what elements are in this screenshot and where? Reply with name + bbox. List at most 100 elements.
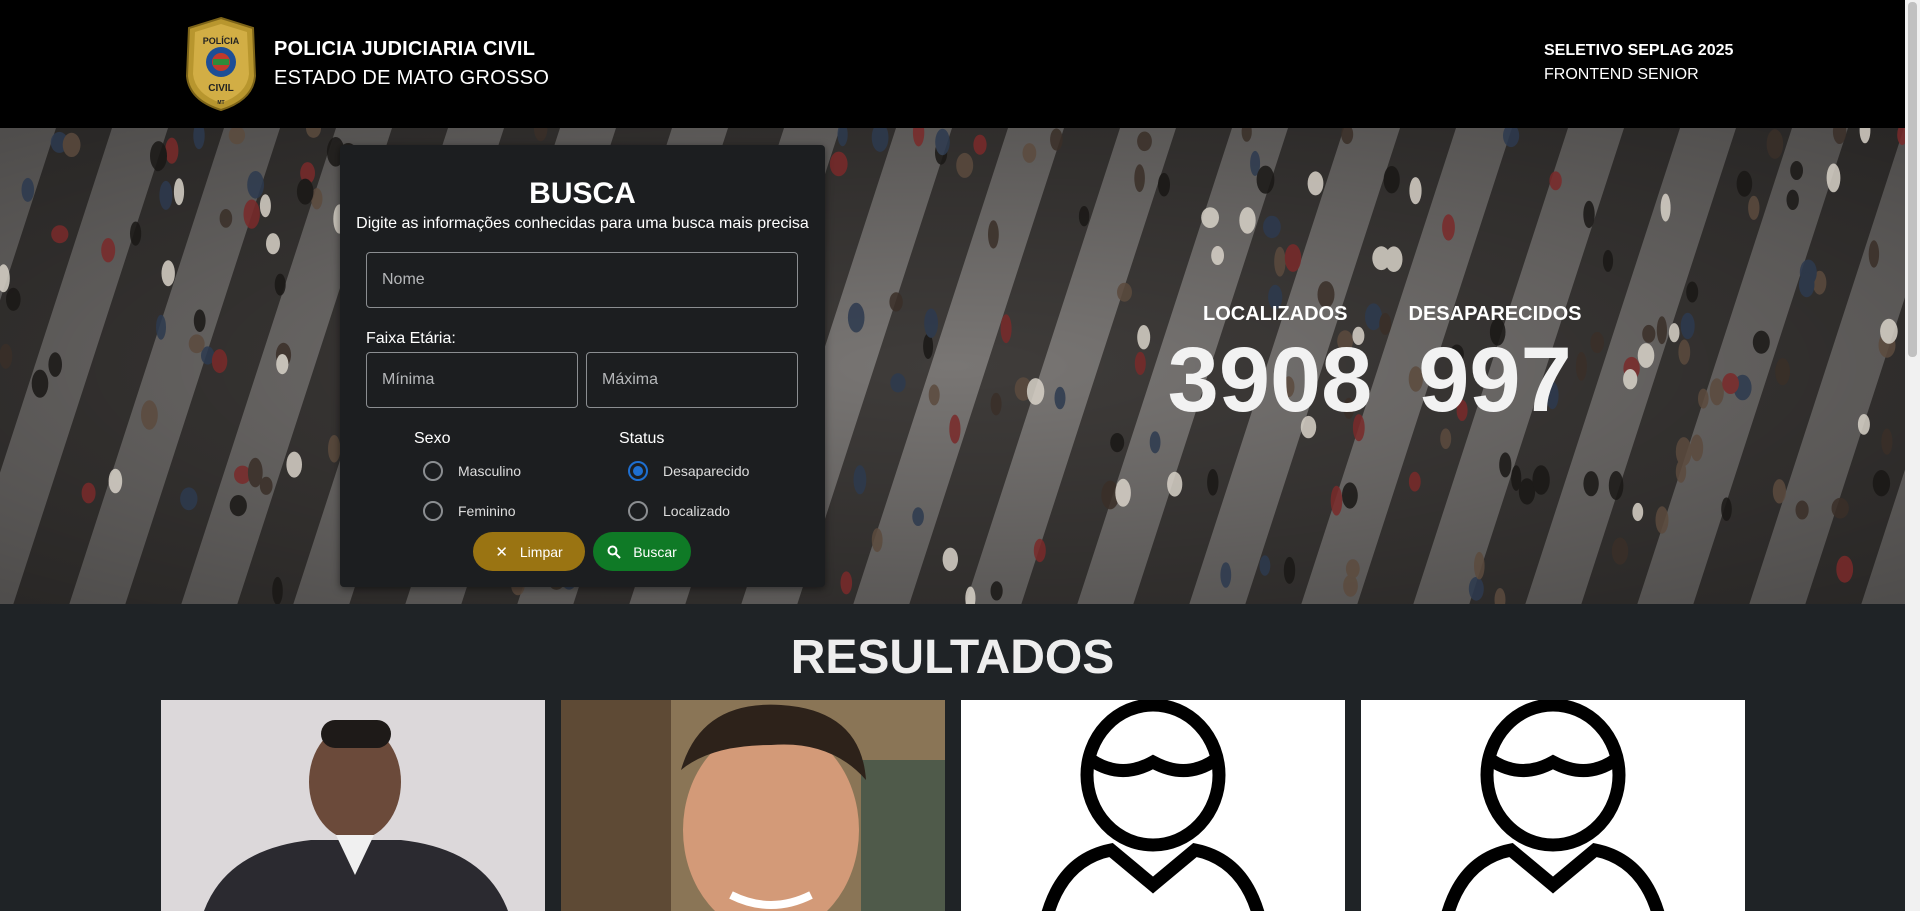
crowd-figure [1149, 431, 1161, 454]
crowd-figure [935, 128, 950, 156]
crowd-figure [1790, 161, 1803, 180]
crowd-figure [1736, 170, 1753, 197]
crowd-figure [1826, 163, 1841, 193]
crowd-figure [1137, 131, 1152, 152]
crowd-figure [1256, 165, 1275, 194]
radio-female[interactable]: Feminino [423, 501, 516, 521]
user-silhouette-icon [1041, 700, 1265, 911]
result-card-1[interactable] [161, 700, 545, 911]
search-subtitle: Digite as informações conhecidas para um… [356, 215, 809, 232]
crowd-figure [1642, 324, 1656, 343]
result-card-2[interactable] [561, 700, 945, 911]
missing-label: DESAPARECIDOS [1408, 303, 1582, 325]
crowd-figure [1383, 166, 1400, 194]
crowd-figure [1786, 189, 1799, 210]
crowd-figure [1752, 330, 1770, 354]
crowd-crosswalk-image [0, 128, 1905, 604]
crowd-figure [1680, 312, 1695, 340]
close-icon: ✕ [495, 543, 508, 561]
badge-text-small: MT [217, 100, 224, 106]
crowd-figure [1307, 171, 1324, 196]
search-button[interactable]: Buscar [593, 532, 691, 571]
project-title: SELETIVO SEPLAG 2025 [1544, 42, 1734, 59]
crowd-figure [1690, 434, 1704, 462]
clear-button[interactable]: ✕ Limpar [473, 532, 585, 571]
crowd-figure [1795, 500, 1809, 520]
crowd-figure [211, 349, 228, 374]
search-panel: BUSCA Digite as informações conhecidas p… [340, 145, 825, 587]
crowd-figure [1623, 369, 1638, 390]
crowd-figure [1880, 318, 1898, 344]
result-card-3[interactable] [961, 700, 1345, 911]
crowd-figure [62, 132, 81, 157]
crowd-figure [21, 177, 35, 202]
crowd-figure [1134, 351, 1146, 375]
radio-female-circle[interactable] [423, 501, 443, 521]
radio-male-circle[interactable] [423, 461, 443, 481]
crowd-figure [1608, 471, 1624, 500]
crowd-figure [161, 260, 175, 287]
crowd-figure [1698, 388, 1709, 409]
project-role: FRONTEND SENIOR [1544, 66, 1699, 83]
scrollbar-track[interactable] [1905, 0, 1920, 911]
crowd-figure [1054, 386, 1066, 410]
crowd-figure [1259, 555, 1271, 576]
radio-missing[interactable]: Desaparecido [628, 461, 749, 481]
crowd-figure [286, 451, 303, 478]
crowd-figure [180, 487, 198, 511]
crowd-figure [1000, 314, 1012, 344]
crowd-figure [1775, 358, 1790, 386]
crowd-figure [1583, 471, 1599, 497]
max-age-input[interactable] [586, 352, 798, 408]
crowd-figure [219, 209, 233, 228]
crowd-figure [328, 435, 341, 463]
result-card-4[interactable] [1361, 700, 1745, 911]
crowd-figure [1201, 207, 1219, 228]
radio-missing-circle[interactable] [628, 461, 648, 481]
crowd-figure [193, 309, 206, 332]
org-title: POLICIA JUDICIARIA CIVIL [274, 38, 536, 60]
org-subtitle: ESTADO DE MATO GROSSO [274, 67, 550, 89]
crowd-figure [1167, 471, 1183, 497]
crowd-figure [1158, 172, 1170, 197]
crowd-figure [1549, 171, 1562, 191]
crowd-figure [243, 199, 260, 229]
search-title: BUSCA [529, 177, 636, 210]
crowd-figure [840, 571, 853, 595]
scrollbar-thumb[interactable] [1908, 2, 1917, 357]
crowd-figure [1283, 556, 1296, 584]
person-photo [161, 700, 545, 911]
crowd-figure [1857, 414, 1870, 435]
crowd-figure [1602, 249, 1614, 272]
crowd-figure [1590, 331, 1604, 354]
crowd-figure [276, 354, 289, 375]
crowd-figure [31, 369, 49, 398]
crowd-figure [1239, 207, 1256, 234]
crowd-figure [1872, 470, 1891, 497]
crowd-figure [1408, 471, 1421, 492]
crowd-figure [247, 171, 264, 199]
crowd-figure [912, 507, 924, 526]
person-photo [561, 700, 945, 911]
name-input[interactable] [366, 252, 798, 308]
crowd-figure [956, 152, 974, 178]
crowd-figure [829, 151, 848, 177]
min-age-input[interactable] [366, 352, 578, 408]
radio-found-circle[interactable] [628, 501, 648, 521]
radio-found[interactable]: Localizado [628, 501, 730, 521]
crowd-figure [1499, 452, 1512, 478]
status-label: Status [619, 430, 665, 447]
radio-male[interactable]: Masculino [423, 461, 521, 481]
crowd-figure [81, 482, 96, 504]
crowd-figure [272, 576, 283, 604]
crowd-figure [1137, 325, 1151, 350]
radio-female-label: Feminino [458, 503, 516, 519]
organization-name: POLICIA JUDICIARIA CIVIL ESTADO DE MATO … [274, 38, 549, 90]
crowd-figure [296, 178, 314, 205]
search-button-label: Buscar [633, 543, 677, 560]
found-label: LOCALIZADOS [1203, 303, 1348, 325]
crowd-figure [1343, 574, 1358, 597]
crowd-figure [1026, 378, 1045, 405]
crowd-figure [1511, 465, 1522, 491]
missing-counter: DESAPARECIDOS [1405, 303, 1585, 326]
